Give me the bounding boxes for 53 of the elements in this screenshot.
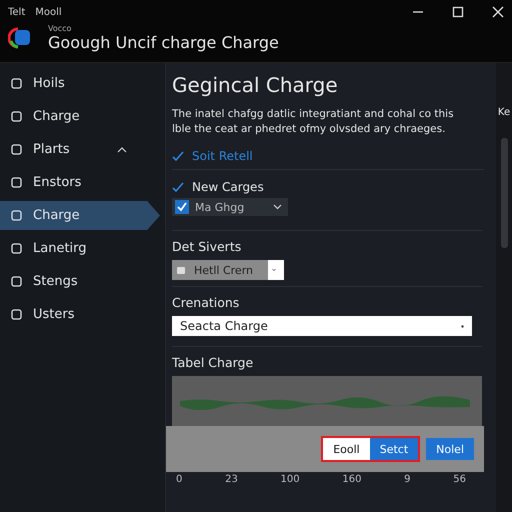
check-icon[interactable] <box>172 181 184 193</box>
menu-item[interactable]: Mooll <box>35 6 62 18</box>
check-icon[interactable] <box>172 150 184 162</box>
axis-label: 9 <box>404 474 411 485</box>
sidebar-item[interactable]: Hoils <box>0 69 165 98</box>
item-icon <box>10 308 23 321</box>
sidebar-item[interactable]: Plarts <box>0 135 165 164</box>
chevron-down-icon <box>273 204 282 210</box>
field-label: Crenations <box>172 295 240 310</box>
item-icon <box>10 209 23 222</box>
select-field[interactable]: Seacta Charge <box>172 316 472 336</box>
checkbox[interactable] <box>175 200 189 214</box>
app-logo-icon <box>8 27 32 49</box>
column-label: Ke <box>498 107 510 118</box>
action-button[interactable]: Setct <box>370 438 418 460</box>
item-icon <box>10 77 23 90</box>
sidebar-item[interactable]: Charge <box>0 102 165 131</box>
scrollbar[interactable] <box>500 138 508 248</box>
axis-label: 56 <box>453 474 466 485</box>
device-icon <box>176 265 186 275</box>
chart-title: Tabel Charge <box>172 355 254 370</box>
option-label: Soit Retell <box>192 149 253 163</box>
sidebar-item[interactable]: Usters <box>0 300 165 329</box>
item-icon <box>10 176 23 189</box>
axis-label: 160 <box>342 474 362 485</box>
maximize-icon[interactable] <box>452 6 464 18</box>
description-text: The inatel chafgg datlic integratiant and cohal co this lble the ceat ar phedret ofmy olvsded ary chraeges. <box>172 107 455 137</box>
menu-item[interactable]: Telt <box>8 6 26 18</box>
item-icon <box>10 242 23 255</box>
sidebar-item[interactable]: Lanetirg <box>0 234 165 263</box>
app-title: Goough Uncif charge Charge <box>48 33 279 52</box>
app-subtitle: Vocco <box>48 24 72 33</box>
action-button[interactable]: Eooll <box>323 438 370 460</box>
field-label: Det Siverts <box>172 239 242 254</box>
sidebar-item[interactable]: Stengs <box>0 267 165 296</box>
close-icon[interactable] <box>492 6 504 18</box>
dot-icon <box>461 324 464 328</box>
axis-label: 0 <box>176 474 182 485</box>
axis-label: 100 <box>280 474 300 485</box>
item-icon <box>10 275 23 288</box>
caret-icon[interactable] <box>117 146 127 152</box>
sidebar-item[interactable]: Enstors <box>0 168 165 197</box>
item-icon <box>10 143 23 156</box>
item-icon <box>10 110 23 123</box>
device-dropdown[interactable]: Hetll Crern <box>172 260 284 280</box>
axis-label: 23 <box>225 474 238 485</box>
option-label: New Carges <box>192 180 264 194</box>
dropdown-value: Ma Ghgg <box>195 200 246 214</box>
dropdown[interactable]: Ma Ghgg <box>172 198 288 216</box>
page-heading: Gegincal Charge <box>172 73 339 97</box>
action-button[interactable]: Nolel <box>426 438 474 460</box>
sidebar-item[interactable]: Charge <box>0 201 160 230</box>
dropdown-value: Hetll Crern <box>194 264 254 276</box>
